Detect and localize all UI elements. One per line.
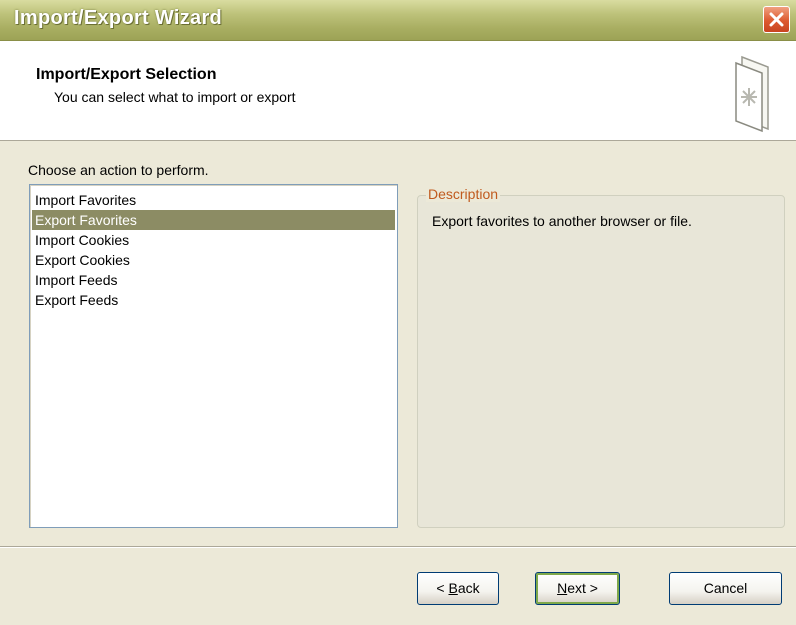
next-button[interactable]: Next > xyxy=(535,572,620,605)
back-button-rest: ack xyxy=(457,580,480,596)
choose-action-label: Choose an action to perform. xyxy=(28,162,209,178)
cancel-button[interactable]: Cancel xyxy=(669,572,782,605)
description-text: Export favorites to another browser or f… xyxy=(432,213,692,229)
list-item-import-feeds[interactable]: Import Feeds xyxy=(32,270,395,290)
close-button[interactable] xyxy=(763,6,790,33)
next-button-mnemonic: N xyxy=(557,580,568,596)
description-groupbox xyxy=(417,195,785,528)
title-bar[interactable]: Import/Export Wizard xyxy=(0,0,796,41)
import-export-wizard-window: Import/Export Wizard Import/Export Selec… xyxy=(0,0,796,625)
header-panel: Import/Export Selection You can select w… xyxy=(0,41,796,141)
list-item-import-cookies[interactable]: Import Cookies xyxy=(32,230,395,250)
wizard-page-icon xyxy=(735,55,769,133)
back-button-mnemonic: B xyxy=(448,580,458,596)
action-listbox[interactable]: Import Favorites Export Favorites Import… xyxy=(29,184,398,528)
list-item-export-favorites[interactable]: Export Favorites xyxy=(32,210,395,230)
close-icon xyxy=(769,12,784,27)
back-button-prefix: < xyxy=(436,580,449,596)
page-subtitle: You can select what to import or export xyxy=(54,89,296,105)
description-legend: Description xyxy=(426,186,501,202)
list-item-import-favorites[interactable]: Import Favorites xyxy=(32,190,395,210)
back-button[interactable]: < Back xyxy=(417,572,499,605)
list-item-export-feeds[interactable]: Export Feeds xyxy=(32,290,395,310)
next-button-rest: ext > xyxy=(567,580,598,596)
footer-separator xyxy=(0,546,796,548)
page-title: Import/Export Selection xyxy=(36,66,217,83)
list-item-export-cookies[interactable]: Export Cookies xyxy=(32,250,395,270)
window-title: Import/Export Wizard xyxy=(14,7,223,29)
